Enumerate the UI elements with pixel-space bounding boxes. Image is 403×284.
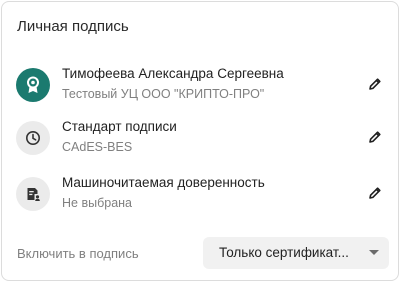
signature-standard-value: CAdES-BES: [62, 140, 133, 154]
power-of-attorney-row[interactable]: Машиночитаемая доверенность Не выбрана: [16, 174, 386, 214]
pencil-icon: [369, 187, 381, 199]
card-title: Личная подпись: [17, 18, 129, 35]
personal-signature-card: Личная подпись Тимофеева Александра Серг…: [1, 1, 399, 281]
signature-standard-row[interactable]: Стандарт подписи CAdES-BES: [16, 118, 386, 158]
certificate-row[interactable]: Тимофеева Александра Сергеевна Тестовый …: [16, 65, 386, 105]
edit-signature-standard-button[interactable]: [364, 126, 386, 148]
edit-certificate-button[interactable]: [364, 73, 386, 95]
certificate-issuer: Тестовый УЦ ООО "КРИПТО-ПРО": [62, 87, 265, 101]
power-of-attorney-icon: [16, 177, 50, 211]
chevron-down-icon: [369, 250, 379, 255]
certificate-owner-name: Тимофеева Александра Сергеевна: [62, 66, 284, 81]
include-in-signature-select-value: Только сертификат...: [219, 245, 349, 260]
power-of-attorney-label: Машиночитаемая доверенность: [62, 175, 265, 190]
power-of-attorney-value: Не выбрана: [62, 196, 132, 210]
certificate-icon: [16, 68, 50, 102]
edit-power-of-attorney-button[interactable]: [364, 182, 386, 204]
clock-icon: [16, 121, 50, 155]
include-in-signature-select[interactable]: Только сертификат...: [203, 237, 389, 269]
signature-standard-label: Стандарт подписи: [62, 119, 177, 134]
include-in-signature-label: Включить в подпись: [17, 246, 139, 261]
pencil-icon: [369, 131, 381, 143]
pencil-icon: [369, 78, 381, 90]
